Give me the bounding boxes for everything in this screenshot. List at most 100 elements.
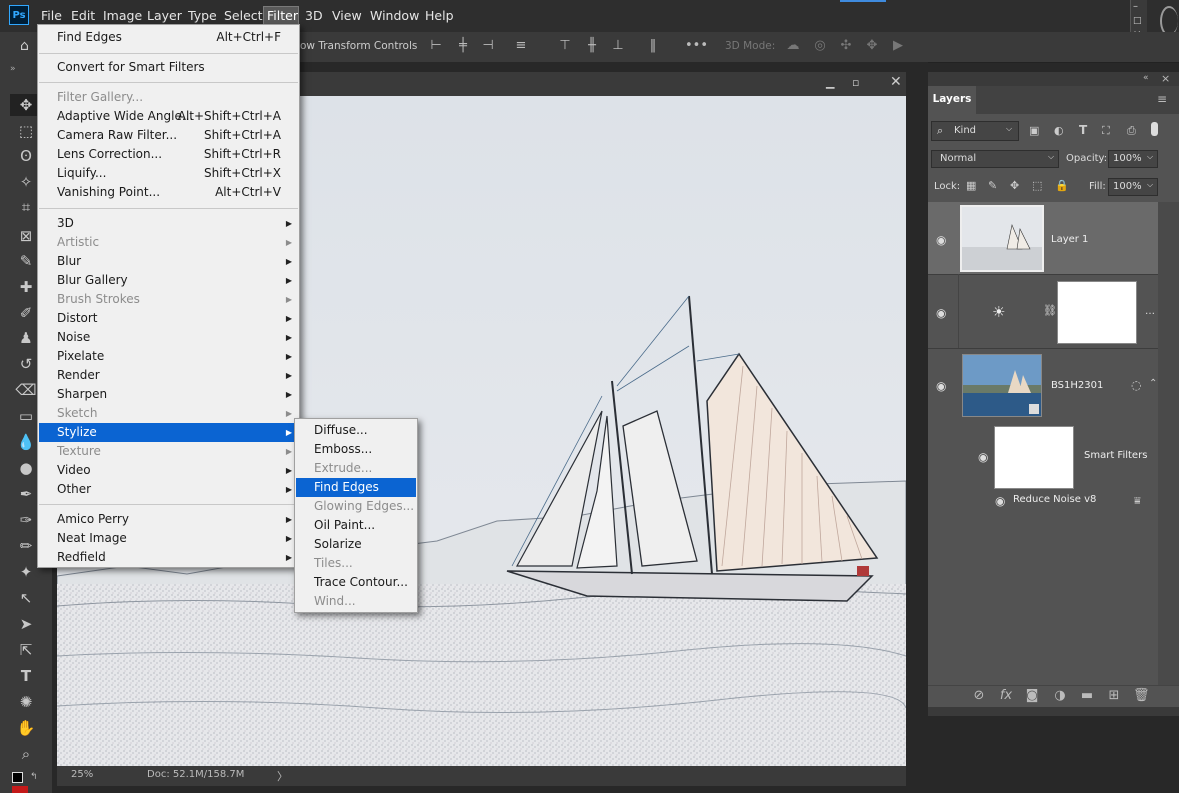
lasso-tool-icon[interactable]: ʘ: [13, 145, 39, 167]
lock-position-icon[interactable]: ✥: [1010, 179, 1019, 192]
eyedropper-tool-icon[interactable]: ✎: [13, 250, 39, 272]
distribute-vertical-icon[interactable]: ‖: [645, 38, 661, 54]
menu-item-pixelate[interactable]: Pixelate ▶: [39, 347, 298, 366]
more-icon[interactable]: …: [1145, 306, 1155, 317]
submenu-item-find-edges[interactable]: Find Edges: [296, 478, 416, 497]
submenu-item-trace-contour[interactable]: Trace Contour...: [296, 573, 416, 592]
path-selection-tool-icon[interactable]: ➤: [13, 613, 39, 635]
visibility-eye-icon[interactable]: ◉: [978, 451, 992, 463]
kind-filter-select[interactable]: ⌕ Kind ⌵: [931, 121, 1019, 141]
type-tool-icon[interactable]: T: [13, 665, 39, 687]
distribute-icon[interactable]: ≡: [513, 38, 529, 54]
menu-item-sharpen[interactable]: Sharpen ▶: [39, 385, 298, 404]
layer-mask-thumbnail[interactable]: [1057, 281, 1137, 344]
menu-item-render[interactable]: Render ▶: [39, 366, 298, 385]
blur-tool-icon[interactable]: 💧: [13, 431, 39, 453]
menu-layer[interactable]: Layer: [147, 8, 182, 23]
menu-image[interactable]: Image: [103, 8, 142, 23]
menu-item-other[interactable]: Other ▶: [39, 480, 298, 499]
align-middle-icon[interactable]: ╫: [584, 38, 600, 54]
filter-shape-icon[interactable]: ⛶: [1102, 124, 1110, 138]
menu-3d[interactable]: 3D: [305, 8, 323, 23]
menu-item-convert-smart-filters[interactable]: Convert for Smart Filters: [39, 58, 298, 77]
submenu-item-oil-paint[interactable]: Oil Paint...: [296, 516, 416, 535]
new-adjustment-layer-icon[interactable]: ◑: [1052, 688, 1068, 703]
curvature-pen-tool-icon[interactable]: ✏: [13, 535, 39, 557]
collapse-effects-icon[interactable]: ⌃: [1149, 378, 1157, 389]
layer-style-fx-icon[interactable]: fx: [998, 688, 1014, 703]
visibility-eye-icon[interactable]: ◉: [936, 234, 950, 246]
filter-pixel-icon[interactable]: ▣: [1029, 124, 1039, 137]
opacity-input[interactable]: 100% ⌵: [1108, 150, 1158, 168]
home-icon[interactable]: ⌂: [20, 38, 36, 54]
collapse-panel-icon[interactable]: «: [1143, 73, 1149, 83]
menu-item-camera-raw[interactable]: Camera Raw Filter... Shift+Ctrl+A: [39, 126, 298, 145]
menu-item-vanishing-point[interactable]: Vanishing Point... Alt+Ctrl+V: [39, 183, 298, 202]
smart-filter-indicator-icon[interactable]: ◌: [1131, 378, 1141, 392]
panel-close-icon[interactable]: ×: [1161, 72, 1170, 85]
photoshop-logo-icon[interactable]: Ps: [9, 5, 29, 25]
crop-tool-icon[interactable]: ⌗: [13, 196, 39, 218]
zoom-tool-icon[interactable]: ⌕: [13, 743, 39, 765]
fill-input[interactable]: 100% ⌵: [1108, 178, 1158, 196]
menu-help[interactable]: Help: [425, 8, 454, 23]
panel-resize-bar[interactable]: [928, 707, 1179, 716]
clone-stamp-tool-icon[interactable]: ♟: [13, 327, 39, 349]
convert-point-tool-icon[interactable]: ↖: [13, 587, 39, 609]
menu-item-blur[interactable]: Blur ▶: [39, 252, 298, 271]
frame-tool-icon[interactable]: ⊠: [13, 225, 39, 247]
minimize-icon[interactable]: –: [1133, 2, 1143, 12]
menu-item-video[interactable]: Video ▶: [39, 461, 298, 480]
lock-transparent-icon[interactable]: ▦: [966, 179, 976, 192]
menu-item-distort[interactable]: Distort ▶: [39, 309, 298, 328]
doc-minimize-icon[interactable]: ▁: [826, 76, 834, 89]
add-mask-icon[interactable]: ◙: [1024, 688, 1040, 703]
menu-item-neat-image[interactable]: Neat Image ▶: [39, 529, 298, 548]
status-arrow-icon[interactable]: 〉: [277, 768, 288, 784]
freeform-pen-tool-icon[interactable]: ✑: [13, 509, 39, 531]
3d-slide-icon[interactable]: ✥: [864, 38, 880, 54]
add-anchor-tool-icon[interactable]: ✦: [13, 561, 39, 583]
menu-item-find-edges-last[interactable]: Find Edges Alt+Ctrl+F: [39, 28, 298, 47]
smart-filter-mask-thumbnail[interactable]: [994, 426, 1074, 489]
layer-name[interactable]: Layer 1: [1051, 234, 1088, 245]
marquee-tool-icon[interactable]: ⬚: [13, 120, 39, 142]
menu-window[interactable]: Window: [370, 8, 419, 23]
3d-pan-icon[interactable]: ✣: [838, 38, 854, 54]
smart-filters-label[interactable]: Smart Filters: [1084, 450, 1147, 461]
3d-roll-icon[interactable]: ◎: [812, 38, 828, 54]
menu-item-liquify[interactable]: Liquify... Shift+Ctrl+X: [39, 164, 298, 183]
doc-restore-icon[interactable]: ▫: [852, 76, 859, 89]
move-tool-icon[interactable]: ✥: [13, 94, 39, 116]
show-transform-controls-label[interactable]: ow Transform Controls: [300, 40, 417, 52]
submenu-item-solarize[interactable]: Solarize: [296, 535, 416, 554]
visibility-eye-icon[interactable]: ◉: [936, 380, 950, 392]
layer-1-thumbnail[interactable]: [960, 205, 1044, 272]
magic-wand-tool-icon[interactable]: ✧: [13, 171, 39, 193]
menu-item-amico-perry[interactable]: Amico Perry ▶: [39, 510, 298, 529]
menu-type[interactable]: Type: [188, 8, 217, 23]
tab-layers[interactable]: Layers: [928, 86, 976, 114]
filter-blending-options-icon[interactable]: ⩸: [1134, 494, 1141, 508]
lock-all-icon[interactable]: 🔒: [1055, 179, 1069, 192]
menu-item-redfield[interactable]: Redfield ▶: [39, 548, 298, 567]
menu-file[interactable]: File: [41, 8, 62, 23]
align-center-icon[interactable]: ╪: [455, 38, 471, 54]
direct-selection-tool-icon[interactable]: ⇱: [13, 639, 39, 661]
background-color-swatch[interactable]: [12, 786, 28, 793]
panel-menu-icon[interactable]: ≡: [1157, 92, 1167, 106]
menu-select[interactable]: Select: [224, 8, 263, 23]
doc-info[interactable]: Doc: 52.1M/158.7M: [147, 769, 244, 780]
hand-tool-icon[interactable]: ✋: [13, 717, 39, 739]
doc-close-icon[interactable]: ✕: [890, 74, 902, 90]
lock-artboard-icon[interactable]: ⬚: [1032, 179, 1042, 192]
align-right-icon[interactable]: ⊣: [480, 38, 496, 54]
new-group-icon[interactable]: ▬: [1079, 688, 1095, 703]
submenu-item-diffuse[interactable]: Diffuse...: [296, 421, 416, 440]
expand-toolbar-icon[interactable]: »: [10, 64, 16, 74]
history-brush-tool-icon[interactable]: ↺: [13, 353, 39, 375]
filter-type-icon[interactable]: T: [1079, 123, 1087, 137]
smart-filter-item[interactable]: Reduce Noise v8: [1013, 494, 1096, 505]
visibility-eye-icon[interactable]: ◉: [936, 307, 950, 319]
blend-mode-select[interactable]: Normal ⌵: [931, 150, 1059, 168]
